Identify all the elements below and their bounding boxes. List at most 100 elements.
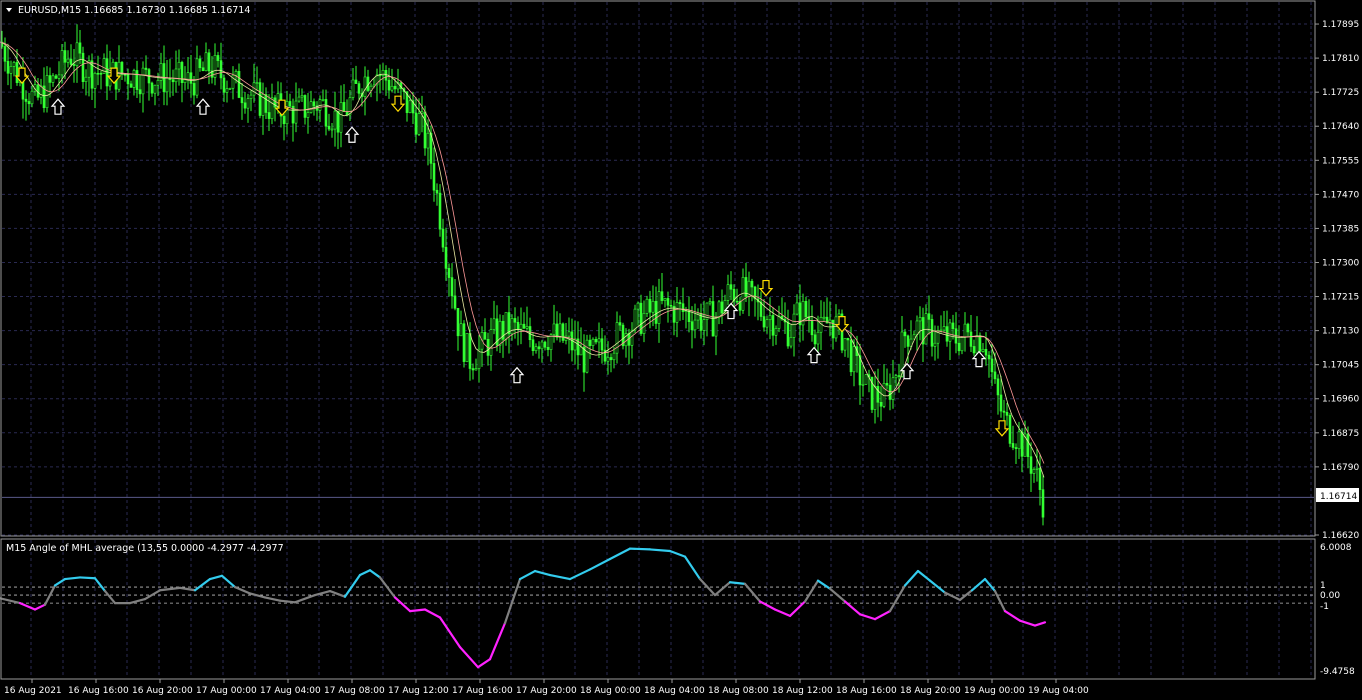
candle-body (507, 312, 511, 335)
candle-body (321, 99, 325, 101)
candle-body (294, 100, 298, 124)
candle-body (492, 318, 496, 330)
candle-body (408, 100, 412, 113)
candle-body (984, 348, 988, 356)
candle-body (57, 74, 61, 79)
x-tick-label: 17 Aug 12:00 (388, 686, 449, 696)
candle-body (69, 58, 73, 65)
candle-body (423, 111, 427, 149)
indicator-title: M15 Angle of MHL average (13,55 0.0000 -… (6, 543, 284, 554)
candle-body (3, 46, 7, 62)
candle-body (843, 337, 847, 351)
candle-body (297, 96, 301, 102)
candle-body (897, 375, 901, 377)
candle-body (324, 99, 328, 127)
candle-body (969, 331, 973, 347)
candle-body (48, 75, 52, 83)
candle-body (987, 354, 991, 360)
candle-body (720, 301, 724, 314)
candle-body (219, 60, 223, 79)
candle-body (861, 383, 865, 386)
candle-body (777, 315, 781, 329)
candle-body (990, 358, 994, 373)
candle-body (927, 313, 931, 320)
candle-body (132, 70, 136, 88)
candle-body (1014, 447, 1018, 449)
y-tick-label: 1.17045 (1322, 361, 1359, 371)
candle-body (1032, 469, 1036, 474)
candle-body (1008, 415, 1012, 444)
candle-body (456, 308, 460, 337)
x-tick-label: 16 Aug 16:00 (68, 686, 129, 696)
y-tick-label: 1.16875 (1322, 429, 1359, 439)
candle-body (729, 284, 733, 290)
candle-body (438, 192, 442, 230)
candle-body (207, 52, 211, 72)
candle-body (978, 335, 982, 352)
candle-body (51, 75, 55, 83)
candle-body (558, 323, 562, 338)
candle-body (972, 346, 976, 354)
y-tick-label: 1.17895 (1322, 20, 1359, 30)
x-tick-label: 17 Aug 04:00 (260, 686, 321, 696)
candle-body (6, 61, 10, 74)
candle-body (924, 313, 928, 345)
candle-body (531, 339, 535, 352)
candle-body (255, 82, 259, 84)
candle-body (591, 338, 595, 346)
candle-body (123, 74, 127, 76)
candle-body (435, 189, 439, 194)
candle-body (555, 323, 559, 338)
candle-body (666, 298, 670, 306)
candle-body (786, 321, 790, 347)
candle-body (933, 342, 937, 347)
candle-body (189, 72, 193, 84)
candle-body (447, 268, 451, 278)
y-tick-label: 1.17640 (1322, 122, 1359, 132)
candle-body (903, 331, 907, 337)
candle-body (945, 326, 949, 342)
candle-body (675, 302, 679, 323)
candle-body (918, 317, 922, 322)
candle-body (765, 319, 769, 328)
chart-canvas[interactable]: 1.17895 1.17810 1.17725 1.17640 1.17555 1.174… (0, 0, 1362, 700)
candle-body (504, 312, 508, 340)
candle-body (975, 335, 979, 354)
main-chart-title: EURUSD,M15 1.16685 1.16730 1.16685 1.167… (18, 5, 250, 16)
candle-body (153, 84, 157, 94)
candle-body (474, 368, 478, 371)
candle-body (483, 332, 487, 340)
candle-body (156, 80, 160, 86)
candle-body (1026, 433, 1030, 457)
candle-body (126, 74, 130, 85)
candle-body (792, 313, 796, 338)
candle-body (30, 90, 34, 105)
candle-body (714, 317, 718, 337)
current-price-label: 1.16714 (1320, 492, 1357, 502)
candle-body (858, 355, 862, 386)
indicator-y-tick-label: 1 (1320, 581, 1326, 591)
candle-body (228, 87, 232, 90)
candle-body (888, 384, 892, 400)
x-tick-label: 16 Aug 20:00 (132, 686, 193, 696)
candle-body (618, 322, 622, 326)
candle-body (615, 322, 619, 354)
candle-body (270, 97, 274, 119)
candle-body (582, 346, 586, 373)
candle-body (579, 346, 583, 356)
candle-body (465, 333, 469, 362)
indicator-y-tick-label: -9.4758 (1320, 667, 1355, 677)
candle-body (165, 77, 169, 93)
candle-body (537, 346, 541, 350)
candle-body (96, 72, 100, 75)
candle-body (801, 301, 805, 326)
candle-body (72, 64, 76, 66)
candle-body (36, 84, 40, 98)
candle-body (195, 58, 199, 96)
candle-body (717, 301, 721, 319)
candle-body (999, 394, 1003, 412)
y-tick-label: 1.17215 (1322, 293, 1359, 303)
candle-body (15, 62, 19, 83)
candle-body (306, 112, 310, 118)
x-tick-label: 19 Aug 00:00 (964, 686, 1025, 696)
